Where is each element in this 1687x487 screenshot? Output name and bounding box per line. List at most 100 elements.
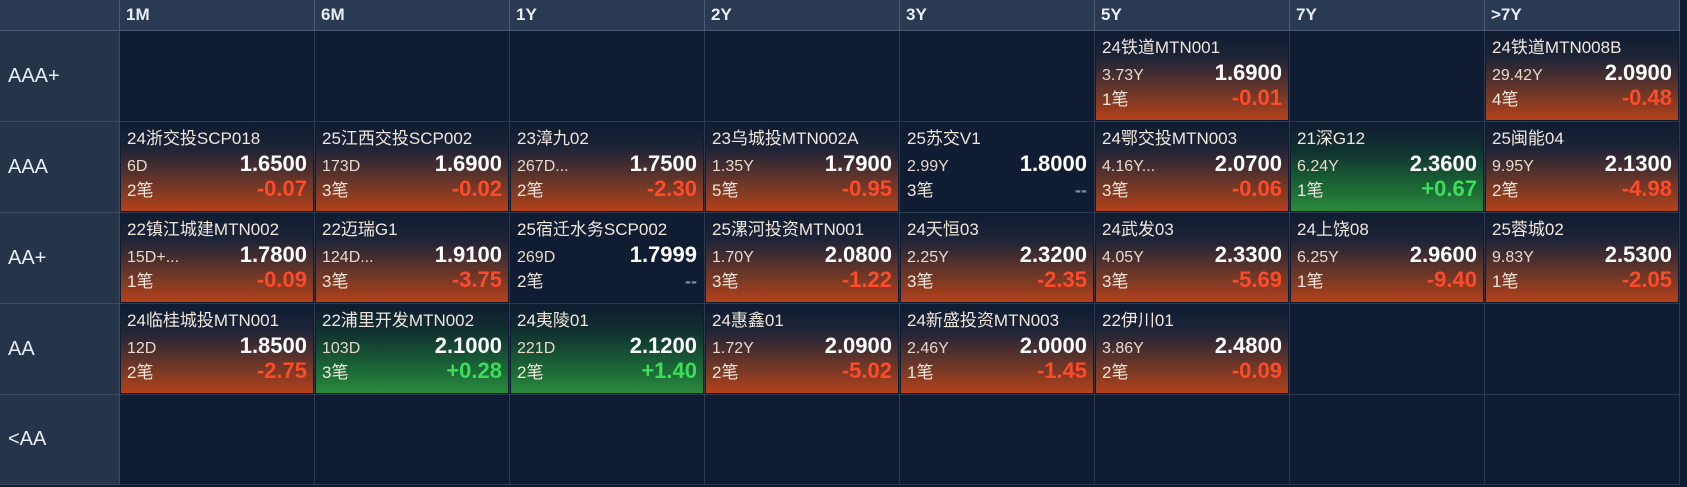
- bond-card[interactable]: 23漳九02 267D... 1.7500 2笔 -2.30: [511, 123, 703, 211]
- bond-yield: 2.5300: [1604, 242, 1672, 267]
- bond-card[interactable]: 25漯河投资MTN001 1.70Y 2.0800 3笔 -1.22: [706, 214, 898, 302]
- bond-card[interactable]: 24天恒03 2.25Y 2.3200 3笔 -2.35: [901, 214, 1093, 302]
- bond-term: 12D: [127, 340, 157, 357]
- bond-bottom-row: 1笔 -2.05: [1492, 267, 1672, 292]
- column-header[interactable]: 2Y: [705, 0, 900, 31]
- trade-count: 3笔: [1102, 272, 1129, 291]
- bond-bottom-row: 3笔 -0.06: [1102, 176, 1282, 201]
- matrix-cell: [1290, 395, 1485, 485]
- bond-name: 24铁道MTN008B: [1492, 38, 1622, 57]
- row-header[interactable]: AAA+: [0, 31, 120, 122]
- matrix-cell: [120, 31, 315, 122]
- bond-bottom-row: 1笔 -9.40: [1297, 267, 1477, 292]
- bond-card[interactable]: 22镇江城建MTN002 15D+... 1.7800 1笔 -0.09: [121, 214, 313, 302]
- bond-mid-row: 3.86Y 2.4800: [1102, 333, 1282, 358]
- bond-yield: 2.0900: [824, 333, 892, 358]
- bond-card[interactable]: 24铁道MTN008B 29.42Y 2.0900 4笔 -0.48: [1486, 32, 1678, 120]
- trade-count: 2笔: [517, 181, 544, 200]
- bond-mid-row: 1.72Y 2.0900: [712, 333, 892, 358]
- bond-name: 22镇江城建MTN002: [127, 220, 280, 239]
- bond-term: 2.99Y: [907, 158, 949, 175]
- matrix-cell: [1485, 304, 1680, 395]
- column-header[interactable]: 1Y: [510, 0, 705, 31]
- column-header[interactable]: 1M: [120, 0, 315, 31]
- yield-change: -3.75: [451, 267, 502, 292]
- bond-card[interactable]: 24新盛投资MTN003 2.46Y 2.0000 1笔 -1.45: [901, 305, 1093, 393]
- bond-card[interactable]: 24惠鑫01 1.72Y 2.0900 2笔 -5.02: [706, 305, 898, 393]
- bond-card[interactable]: 24鄂交投MTN003 4.16Y... 2.0700 3笔 -0.06: [1096, 123, 1288, 211]
- yield-change: -0.48: [1621, 85, 1672, 110]
- bond-card[interactable]: 24夷陵01 221D 2.1200 2笔 +1.40: [511, 305, 703, 393]
- bond-card[interactable]: 23乌城投MTN002A 1.35Y 1.7900 5笔 -0.95: [706, 123, 898, 211]
- bond-term: 15D+...: [127, 249, 180, 266]
- bond-card[interactable]: 24浙交投SCP018 6D 1.6500 2笔 -0.07: [121, 123, 313, 211]
- bond-card[interactable]: 25闽能04 9.95Y 2.1300 2笔 -4.98: [1486, 123, 1678, 211]
- bond-name: 23漳九02: [517, 129, 589, 148]
- bond-mid-row: 2.46Y 2.0000: [907, 333, 1087, 358]
- bond-card[interactable]: 25江西交投SCP002 173D 1.6900 3笔 -0.02: [316, 123, 508, 211]
- trade-count: 3笔: [712, 272, 739, 291]
- matrix-cell: 22浦里开发MTN002 103D 2.1000 3笔 +0.28: [315, 304, 510, 395]
- bond-bottom-row: 2笔 -0.09: [1102, 358, 1282, 383]
- bond-bottom-row: 3笔 -5.69: [1102, 267, 1282, 292]
- row-header[interactable]: AA+: [0, 213, 120, 304]
- bond-yield: 2.3600: [1409, 151, 1477, 176]
- matrix-cell: 25宿迁水务SCP002 269D 1.7999 2笔 --: [510, 213, 705, 304]
- bond-name: 24天恒03: [907, 220, 979, 239]
- bond-name: 22迈瑞G1: [322, 220, 398, 239]
- row-header[interactable]: AAA: [0, 122, 120, 213]
- bond-name: 24浙交投SCP018: [127, 129, 261, 148]
- trade-count: 2笔: [517, 272, 544, 291]
- column-header[interactable]: 3Y: [900, 0, 1095, 31]
- yield-change: -1.45: [1036, 358, 1087, 383]
- bond-name: 21深G12: [1297, 129, 1366, 148]
- bond-name: 24武发03: [1102, 220, 1174, 239]
- matrix-cell: 24武发03 4.05Y 2.3300 3笔 -5.69: [1095, 213, 1290, 304]
- bond-card[interactable]: 25蓉城02 9.83Y 2.5300 1笔 -2.05: [1486, 214, 1678, 302]
- bond-card[interactable]: 22浦里开发MTN002 103D 2.1000 3笔 +0.28: [316, 305, 508, 393]
- bond-bottom-row: 3笔 +0.28: [322, 358, 502, 383]
- matrix-cell: 23乌城投MTN002A 1.35Y 1.7900 5笔 -0.95: [705, 122, 900, 213]
- bond-card[interactable]: 25苏交V1 2.99Y 1.8000 3笔 --: [901, 123, 1093, 211]
- bond-yield: 2.4800: [1214, 333, 1282, 358]
- yield-change: --: [685, 271, 697, 291]
- matrix-cell: 24鄂交投MTN003 4.16Y... 2.0700 3笔 -0.06: [1095, 122, 1290, 213]
- column-header[interactable]: 6M: [315, 0, 510, 31]
- bond-matrix: 1M 6M 1Y 2Y 3Y 5Y 7Y >7Y AAA+ 24铁道MTN001 3.73Y 1.69…: [0, 0, 1686, 487]
- bond-card[interactable]: 25宿迁水务SCP002 269D 1.7999 2笔 --: [511, 214, 703, 302]
- trade-count: 4笔: [1492, 90, 1519, 109]
- bond-bottom-row: 3笔 -0.02: [322, 176, 502, 201]
- bond-card[interactable]: 24上饶08 6.25Y 2.9600 1笔 -9.40: [1291, 214, 1483, 302]
- bond-bottom-row: 3笔 -2.35: [907, 267, 1087, 292]
- bond-yield: 2.3300: [1214, 242, 1282, 267]
- matrix-cell: [315, 395, 510, 485]
- bond-bottom-row: 1笔 +0.67: [1297, 176, 1477, 201]
- bond-card[interactable]: 22迈瑞G1 124D... 1.9100 3笔 -3.75: [316, 214, 508, 302]
- row-header[interactable]: AA: [0, 304, 120, 395]
- yield-change: -2.75: [256, 358, 307, 383]
- bond-term: 4.05Y: [1102, 249, 1144, 266]
- matrix-cell: 22镇江城建MTN002 15D+... 1.7800 1笔 -0.09: [120, 213, 315, 304]
- bond-card[interactable]: 22伊川01 3.86Y 2.4800 2笔 -0.09: [1096, 305, 1288, 393]
- column-header[interactable]: 5Y: [1095, 0, 1290, 31]
- bond-name: 25江西交投SCP002: [322, 129, 473, 148]
- bond-card[interactable]: 24临桂城投MTN001 12D 1.8500 2笔 -2.75: [121, 305, 313, 393]
- bond-card[interactable]: 24铁道MTN001 3.73Y 1.6900 1笔 -0.01: [1096, 32, 1288, 120]
- column-header[interactable]: >7Y: [1485, 0, 1680, 31]
- bond-card[interactable]: 24武发03 4.05Y 2.3300 3笔 -5.69: [1096, 214, 1288, 302]
- bond-mid-row: 173D 1.6900: [322, 151, 502, 176]
- bond-term: 2.25Y: [907, 249, 949, 266]
- bond-card[interactable]: 21深G12 6.24Y 2.3600 1笔 +0.67: [1291, 123, 1483, 211]
- matrix-cell: [120, 395, 315, 485]
- yield-change: -0.95: [841, 176, 892, 201]
- yield-change: -2.35: [1036, 267, 1087, 292]
- corner-header: [0, 0, 120, 31]
- bond-name: 25苏交V1: [907, 129, 981, 148]
- trade-count: 1笔: [1492, 272, 1519, 291]
- bond-mid-row: 103D 2.1000: [322, 333, 502, 358]
- yield-change: +0.28: [446, 358, 502, 383]
- column-header[interactable]: 7Y: [1290, 0, 1485, 31]
- bond-bottom-row: 3笔 --: [907, 176, 1087, 201]
- bond-name: 25宿迁水务SCP002: [517, 220, 668, 239]
- row-header[interactable]: <AA: [0, 395, 120, 485]
